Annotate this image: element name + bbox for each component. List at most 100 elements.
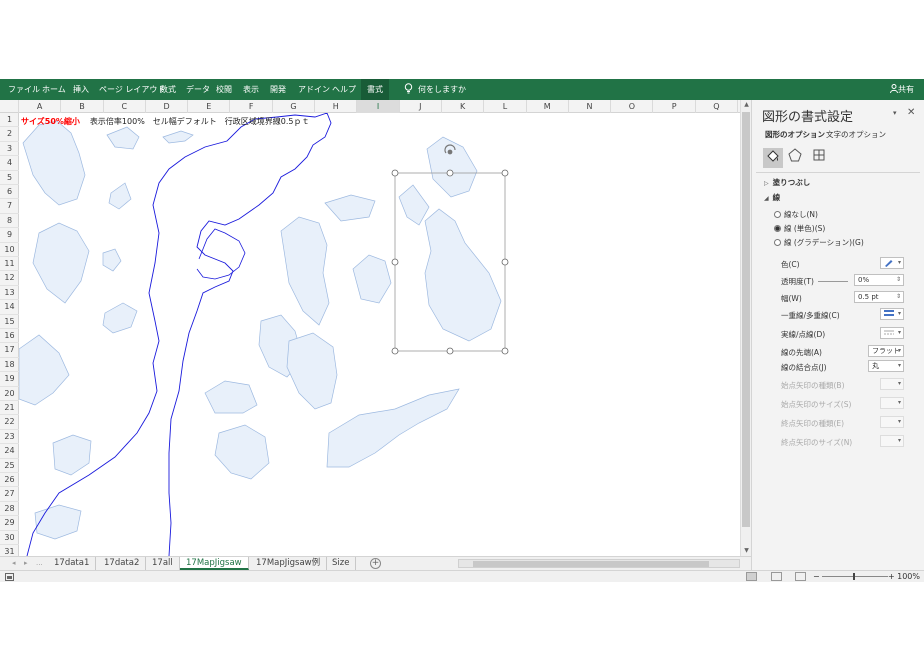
sheet-tab-17mapjigsaw[interactable]: 17MapJigsaw [180, 557, 249, 570]
fill-section-header[interactable]: ▷ 塗りつぶし [764, 177, 810, 188]
row-header-1[interactable]: 1 [0, 113, 19, 128]
zoom-in-button[interactable]: + [888, 571, 895, 583]
pane-options-icon[interactable]: ▾ [893, 109, 897, 117]
row-header-23[interactable]: 23 [0, 430, 19, 445]
column-header-i[interactable]: I [357, 100, 400, 113]
horizontal-scroll-thumb[interactable] [473, 561, 709, 567]
radio-no-line[interactable]: 線なし(N) [774, 209, 818, 220]
row-header-21[interactable]: 21 [0, 401, 19, 416]
color-picker-button[interactable]: ▾ [880, 257, 904, 269]
size-properties-category-icon[interactable] [809, 148, 829, 168]
row-header-16[interactable]: 16 [0, 329, 19, 344]
sheet-tab-17mapjigsaw-example[interactable]: 17MapJigsaw例 [250, 557, 328, 570]
join-type-dropdown[interactable]: 丸 ▾ [868, 360, 904, 372]
tab-insert[interactable]: 挿入 [73, 79, 89, 100]
dash-type-dropdown[interactable]: ▾ [880, 327, 904, 339]
vertical-scroll-thumb[interactable] [742, 112, 750, 527]
column-header-d[interactable]: D [146, 100, 189, 113]
row-header-29[interactable]: 29 [0, 516, 19, 531]
column-header-a[interactable]: A [19, 100, 62, 113]
radio-gradient-line[interactable]: 線 (グラデーション)(G) [774, 237, 864, 248]
zoom-slider-knob[interactable] [853, 573, 855, 580]
sheet-nav-prev-icon[interactable]: ◂ [12, 557, 16, 570]
row-header-31[interactable]: 31 [0, 545, 19, 556]
transparency-input[interactable]: 0% ⇕ [854, 274, 904, 286]
column-header-o[interactable]: O [611, 100, 654, 113]
transparency-slider[interactable] [818, 281, 848, 282]
row-header-4[interactable]: 4 [0, 156, 19, 171]
radio-solid-line[interactable]: 線 (単色)(S) [774, 223, 825, 234]
row-header-24[interactable]: 24 [0, 444, 19, 459]
zoom-slider[interactable] [822, 576, 888, 577]
compound-type-dropdown[interactable]: ▾ [880, 308, 904, 320]
column-header-f[interactable]: F [231, 100, 273, 113]
sheet-nav-more[interactable]: ... [36, 557, 43, 570]
column-header-m[interactable]: M [527, 100, 569, 113]
tab-formulas[interactable]: 数式 [160, 79, 176, 100]
macro-record-icon[interactable] [5, 573, 14, 581]
row-header-28[interactable]: 28 [0, 502, 19, 517]
row-header-26[interactable]: 26 [0, 473, 19, 488]
zoom-level[interactable]: 100% [897, 571, 920, 583]
row-header-10[interactable]: 10 [0, 243, 19, 257]
tab-text-options[interactable]: 文字のオプション [826, 129, 886, 140]
row-header-7[interactable]: 7 [0, 199, 19, 214]
row-header-17[interactable]: 17 [0, 343, 19, 358]
row-header-27[interactable]: 27 [0, 487, 19, 502]
column-header-h[interactable]: H [315, 100, 358, 113]
row-header-19[interactable]: 19 [0, 372, 19, 387]
tab-shape-options[interactable]: 図形のオプション [765, 129, 825, 140]
column-header-b[interactable]: B [61, 100, 104, 113]
row-header-8[interactable]: 8 [0, 214, 19, 229]
tab-review[interactable]: 校閲 [216, 79, 232, 100]
cell-a1-note[interactable]: サイズ50%縮小 表示倍率100% セル幅デフォルト 行政区域境界線0.5ｐｔ [21, 115, 310, 128]
row-header-11[interactable]: 11 [0, 257, 19, 272]
row-header-13[interactable]: 13 [0, 286, 19, 301]
map-canvas[interactable] [19, 113, 740, 556]
sheet-tab-17all[interactable]: 17all [146, 557, 180, 570]
column-header-c[interactable]: C [104, 100, 146, 113]
column-header-j[interactable]: J [400, 100, 442, 113]
sheet-tab-17data1[interactable]: 17data1 [48, 557, 97, 570]
row-header-5[interactable]: 5 [0, 171, 19, 185]
share-button[interactable]: 共有 [890, 79, 914, 100]
row-header-12[interactable]: 12 [0, 271, 19, 286]
worksheet[interactable]: ABCDEFGHIJKLMNOPQ 1 2 3 4 5 6 7 8 9 10 11 12 13 14 15 1… [0, 100, 740, 556]
row-header-18[interactable]: 18 [0, 358, 19, 373]
tab-help[interactable]: ヘルプ [332, 79, 356, 100]
column-header-g[interactable]: G [273, 100, 316, 113]
fill-line-category-icon[interactable] [763, 148, 783, 168]
row-header-2[interactable]: 2 [0, 127, 19, 142]
tell-me-box[interactable]: 何をしますか [404, 79, 466, 100]
page-break-view-button[interactable] [795, 572, 806, 581]
row-header-14[interactable]: 14 [0, 300, 19, 315]
row-header-25[interactable]: 25 [0, 459, 19, 473]
column-header-p[interactable]: P [654, 100, 696, 113]
line-section-header[interactable]: ◢ 線 [764, 192, 780, 203]
horizontal-scrollbar[interactable] [458, 559, 740, 568]
sheet-tab-size[interactable]: Size [326, 557, 357, 570]
sheet-nav-next-icon[interactable]: ▸ [24, 557, 28, 570]
width-input[interactable]: 0.5 pt ⇕ [854, 291, 904, 303]
vertical-scrollbar[interactable]: ▲ ▼ [740, 100, 751, 556]
sheet-tab-17data2[interactable]: 17data2 [98, 557, 147, 570]
row-header-6[interactable]: 6 [0, 185, 19, 200]
tab-addins[interactable]: アドイン [298, 79, 330, 100]
row-header-3[interactable]: 3 [0, 142, 19, 157]
add-sheet-button[interactable]: + [370, 558, 381, 569]
pane-close-icon[interactable]: ✕ [907, 107, 915, 118]
zoom-out-button[interactable]: − [813, 571, 820, 583]
row-header-22[interactable]: 22 [0, 415, 19, 430]
tab-format[interactable]: 書式 [361, 79, 389, 100]
column-header-n[interactable]: N [569, 100, 612, 113]
tab-data[interactable]: データ [186, 79, 210, 100]
tab-page-layout[interactable]: ページ レイアウト [99, 79, 165, 100]
column-header-q[interactable]: Q [696, 100, 739, 113]
column-header-k[interactable]: K [442, 100, 485, 113]
tab-home[interactable]: ホーム [42, 79, 66, 100]
column-header-e[interactable]: E [188, 100, 231, 113]
normal-view-button[interactable] [746, 572, 757, 581]
effects-category-icon[interactable] [785, 148, 805, 168]
page-layout-view-button[interactable] [771, 572, 782, 581]
tab-view[interactable]: 表示 [243, 79, 259, 100]
